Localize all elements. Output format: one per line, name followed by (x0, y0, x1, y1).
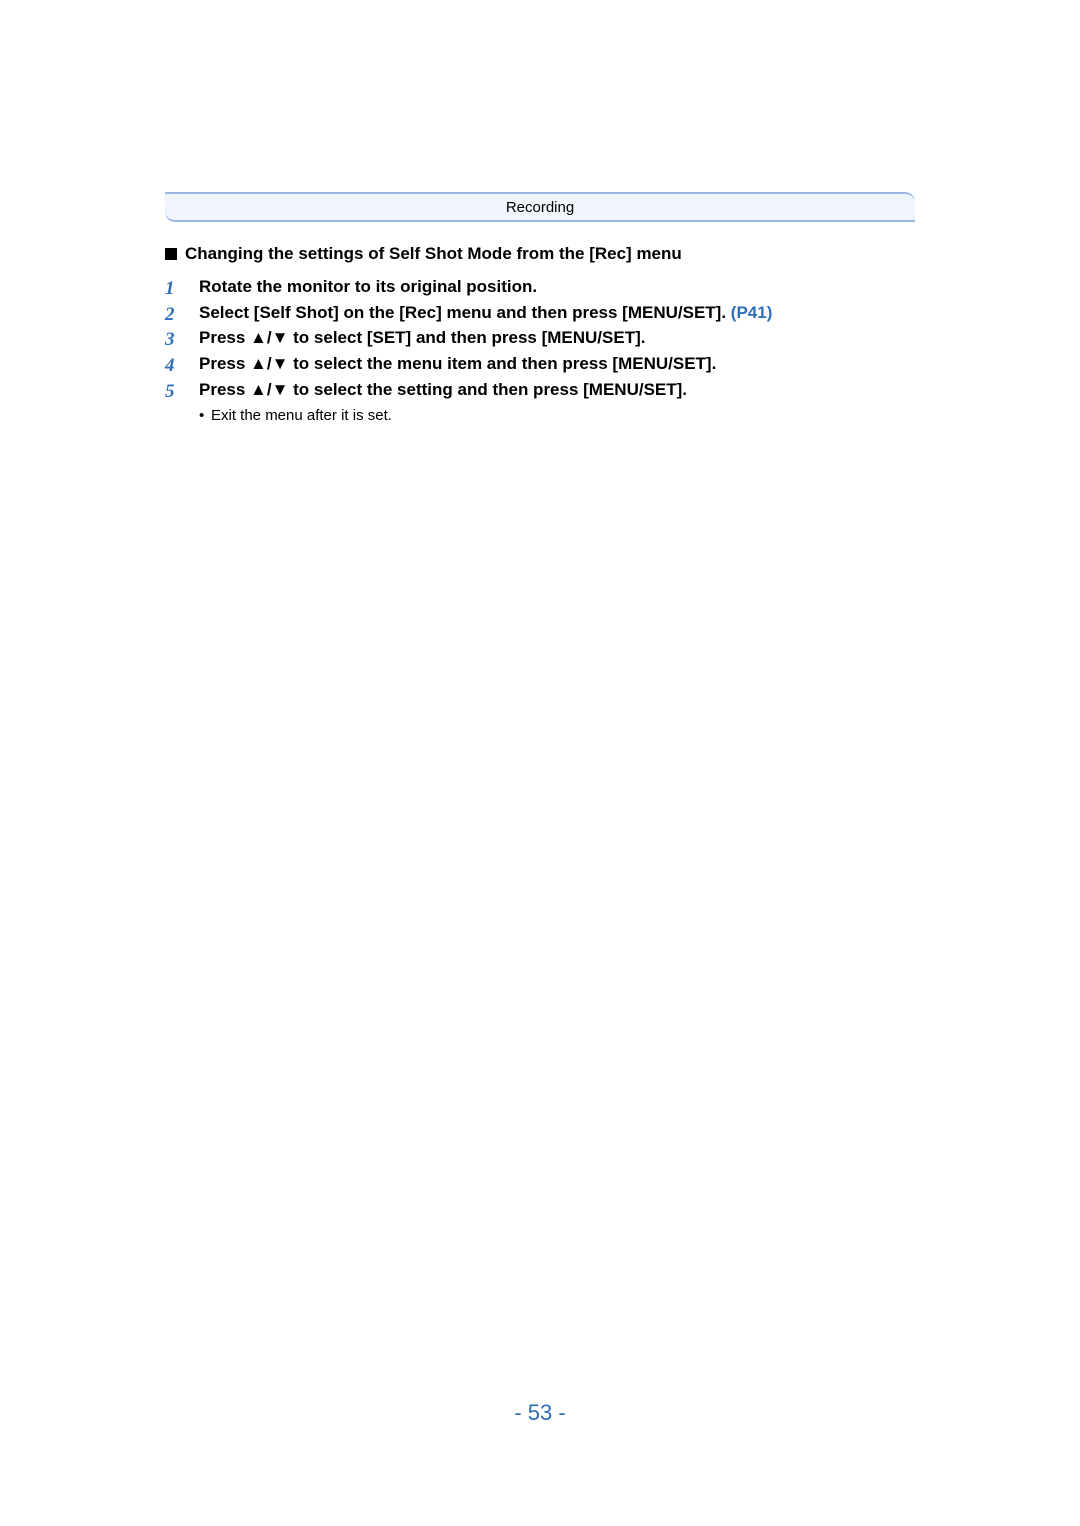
step-row: 2 Select [Self Shot] on the [Rec] menu a… (165, 302, 915, 328)
step-text: Press ▲/▼ to select the menu item and th… (199, 353, 915, 376)
step-number: 1 (165, 276, 199, 302)
step-inner-text: Select [Self Shot] on the [Rec] menu and… (199, 303, 731, 322)
step-text: Press ▲/▼ to select [SET] and then press… (199, 327, 915, 350)
sub-bullet-row: • Exit the menu after it is set. (165, 406, 915, 426)
page-ref-link[interactable]: (P41) (731, 303, 773, 322)
step-number: 4 (165, 353, 199, 379)
step-row: 1 Rotate the monitor to its original pos… (165, 276, 915, 302)
step-number: 2 (165, 302, 199, 328)
section-header-label: Recording (506, 199, 574, 216)
step-number: 5 (165, 379, 199, 405)
section-heading-text: Changing the settings of Self Shot Mode … (185, 244, 682, 264)
step-number: 3 (165, 327, 199, 353)
square-bullet-icon (165, 248, 177, 260)
sub-bullet-text: Exit the menu after it is set. (211, 406, 392, 426)
bullet-dot-icon: • (199, 406, 211, 426)
step-text: Rotate the monitor to its original posit… (199, 276, 915, 299)
section-heading: Changing the settings of Self Shot Mode … (165, 244, 915, 264)
step-row: 4 Press ▲/▼ to select the menu item and … (165, 353, 915, 379)
step-row: 3 Press ▲/▼ to select [SET] and then pre… (165, 327, 915, 353)
step-text: Press ▲/▼ to select the setting and then… (199, 379, 915, 402)
page-number: - 53 - (0, 1400, 1080, 1426)
step-row: 5 Press ▲/▼ to select the setting and th… (165, 379, 915, 405)
document-page: Recording Changing the settings of Self … (0, 0, 1080, 1526)
step-text: Select [Self Shot] on the [Rec] menu and… (199, 302, 915, 325)
steps-list: 1 Rotate the monitor to its original pos… (165, 276, 915, 426)
section-header-band: Recording (165, 192, 915, 222)
